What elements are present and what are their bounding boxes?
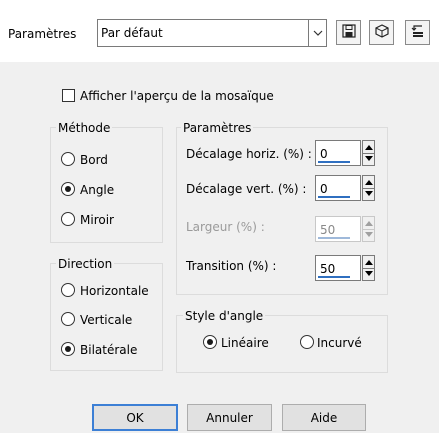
preview-checkbox[interactable] <box>62 89 75 102</box>
largeur-label: Largeur (%) : <box>186 220 265 234</box>
radio-lineaire[interactable] <box>203 335 217 349</box>
largeur-spinner: 50 <box>315 216 375 244</box>
spin-down-button[interactable] <box>363 153 374 165</box>
spin-down-button <box>363 229 374 241</box>
radio-bilaterale[interactable] <box>61 342 75 356</box>
cancel-button[interactable]: Annuler <box>187 404 272 431</box>
spin-down-button[interactable] <box>363 268 374 280</box>
arrow-up-icon <box>365 221 373 226</box>
load-preset-button[interactable] <box>369 20 394 45</box>
save-icon <box>341 24 356 41</box>
spin-down-button[interactable] <box>363 188 374 200</box>
radio-selected-dot <box>65 346 71 352</box>
preview-checkbox-label[interactable]: Afficher l'aperçu de la mosaïque <box>80 89 274 103</box>
parametres-title: Paramètres <box>181 121 254 135</box>
radio-horizontale[interactable] <box>61 283 75 297</box>
radio-bord[interactable] <box>61 152 75 166</box>
decalage-horiz-input[interactable]: 0 <box>315 140 361 166</box>
decalage-vert-label: Décalage vert. (%) : <box>186 182 307 196</box>
radio-incurve[interactable] <box>300 335 314 349</box>
methode-title: Méthode <box>56 121 113 135</box>
preset-select-value: Par défaut <box>101 26 163 40</box>
radio-bilaterale-label[interactable]: Bilatérale <box>80 343 137 357</box>
arrow-up-icon <box>365 260 373 265</box>
arrow-down-icon <box>365 232 373 237</box>
radio-selected-dot <box>65 186 71 192</box>
radio-angle[interactable] <box>61 182 75 196</box>
arrow-down-icon <box>365 191 373 196</box>
direction-title: Direction <box>56 257 115 271</box>
arrow-down-icon <box>365 156 373 161</box>
reset-icon <box>411 24 425 41</box>
decalage-vert-spinner[interactable]: 0 <box>315 175 375 203</box>
radio-incurve-label[interactable]: Incurvé <box>317 336 362 350</box>
decalage-horiz-spinner[interactable]: 0 <box>315 140 375 168</box>
ok-button[interactable]: OK <box>92 404 178 431</box>
save-preset-button[interactable] <box>336 20 361 45</box>
radio-miroir[interactable] <box>61 212 75 226</box>
transition-spinner[interactable]: 50 <box>315 255 375 283</box>
radio-miroir-label[interactable]: Miroir <box>80 213 114 227</box>
largeur-input: 50 <box>315 216 361 242</box>
preset-select[interactable]: Par défaut <box>97 19 327 47</box>
arrow-up-icon <box>365 180 373 185</box>
cube-icon <box>374 24 389 41</box>
radio-selected-dot <box>207 339 213 345</box>
radio-lineaire-label[interactable]: Linéaire <box>221 336 269 350</box>
radio-verticale[interactable] <box>61 312 75 326</box>
help-button[interactable]: Aide <box>282 404 366 431</box>
radio-bord-label[interactable]: Bord <box>80 153 108 167</box>
decalage-vert-input[interactable]: 0 <box>315 175 361 201</box>
style-angle-title: Style d'angle <box>183 309 266 323</box>
decalage-horiz-label: Décalage horiz. (%) : <box>186 147 312 161</box>
arrow-down-icon <box>365 271 373 276</box>
radio-verticale-label[interactable]: Verticale <box>80 313 132 327</box>
chevron-down-icon[interactable] <box>308 20 326 46</box>
presets-label: Paramètres <box>8 27 77 41</box>
transition-label: Transition (%) : <box>186 259 277 273</box>
arrow-up-icon <box>365 145 373 150</box>
reset-preset-button[interactable] <box>405 20 430 45</box>
radio-horizontale-label[interactable]: Horizontale <box>80 284 149 298</box>
radio-angle-label[interactable]: Angle <box>80 183 114 197</box>
transition-input[interactable]: 50 <box>315 255 361 281</box>
